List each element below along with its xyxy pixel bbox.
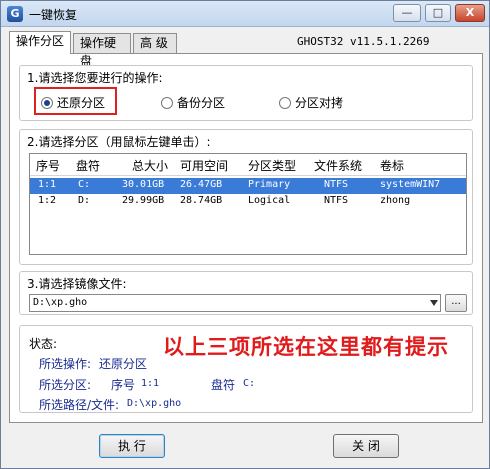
image-file-group-label: 3.请选择镜像文件: (25, 275, 129, 292)
table-row[interactable]: 1:1 C: 30.01GB 26.47GB Primary NTFS syst… (30, 178, 466, 194)
table-row[interactable]: 1:2 D: 29.99GB 28.74GB Logical NTFS zhon… (30, 194, 466, 210)
tab-operate-partition[interactable]: 操作分区 (9, 31, 71, 54)
radio-label: 分区对拷 (295, 96, 344, 110)
radio-unchecked-icon[interactable] (279, 97, 291, 109)
column-header[interactable]: 分区类型 (248, 157, 296, 174)
browse-button[interactable]: ... (445, 294, 467, 312)
table-cell: 29.99GB (122, 195, 165, 206)
table-header: 序号 盘符 总大小 可用空间 分区类型 文件系统 卷标 (30, 154, 466, 176)
partition-table[interactable]: 序号 盘符 总大小 可用空间 分区类型 文件系统 卷标 1:1 C: 30.01… (29, 153, 467, 255)
radio-copy-partition[interactable]: 分区对拷 (279, 94, 343, 110)
restore-window: G 一键恢复 — □ X 操作分区 操作硬盘 高 级 GHOST32 v11.5… (0, 0, 490, 469)
version-label: GHOST32 v11.5.1.2269 (297, 35, 430, 48)
close-button[interactable]: 关 闭 (333, 434, 399, 458)
status-drive-value: C: (243, 378, 256, 389)
table-cell: 1:2 (38, 195, 57, 206)
radio-restore-partition[interactable]: 还原分区 (41, 94, 105, 110)
status-seq-value: 1:1 (141, 378, 160, 389)
column-header[interactable]: 卷标 (380, 157, 404, 174)
table-cell: NTFS (324, 195, 349, 206)
status-title: 状态: (29, 337, 58, 351)
table-cell: Primary (248, 179, 291, 190)
table-cell: 28.74GB (180, 195, 223, 206)
close-window-button[interactable]: X (455, 4, 485, 22)
execute-button[interactable]: 执 行 (99, 434, 165, 458)
ghost-app-icon: G (7, 6, 23, 22)
radio-backup-partition[interactable]: 备份分区 (161, 94, 225, 110)
minimize-button[interactable]: — (393, 4, 421, 22)
table-cell: systemWIN7 (380, 179, 441, 190)
table-cell: 26.47GB (180, 179, 223, 190)
radio-label: 备份分区 (177, 96, 226, 110)
operation-group-label: 1.请选择您要进行的操作: (25, 69, 165, 86)
title-bar[interactable]: G 一键恢复 — □ X (1, 1, 489, 27)
table-cell: 30.01GB (122, 179, 165, 190)
column-header[interactable]: 盘符 (76, 157, 100, 174)
tab-advanced[interactable]: 高 级 (133, 33, 177, 53)
status-path-label: 所选路径/文件: (39, 398, 120, 412)
status-partition-label: 所选分区: (39, 378, 92, 392)
status-path-value: D:\xp.gho (127, 398, 182, 409)
column-header[interactable]: 可用空间 (180, 157, 228, 174)
window-title: 一键恢复 (29, 8, 78, 22)
table-cell: 1:1 (38, 179, 57, 190)
partition-group-label: 2.请选择分区（用鼠标左键单击）: (25, 133, 213, 150)
image-path-select[interactable]: D:\xp.gho (29, 294, 441, 312)
status-operation-label: 所选操作: (39, 357, 92, 371)
image-path-value: D:\xp.gho (33, 297, 88, 308)
table-cell: D: (78, 195, 91, 206)
column-header[interactable]: 总大小 (132, 157, 168, 174)
column-header[interactable]: 文件系统 (314, 157, 362, 174)
status-seq-label: 序号 (111, 378, 136, 392)
radio-unchecked-icon[interactable] (161, 97, 173, 109)
status-operation-value: 还原分区 (99, 357, 148, 371)
tab-operate-disk[interactable]: 操作硬盘 (73, 33, 131, 68)
table-cell: zhong (380, 195, 411, 206)
table-cell: NTFS (324, 179, 349, 190)
maximize-button[interactable]: □ (425, 4, 451, 22)
annotation-note: 以上三项所选在这里都有提示 (163, 335, 449, 359)
column-header[interactable]: 序号 (36, 157, 60, 174)
table-cell: Logical (248, 195, 291, 206)
table-cell: C: (78, 179, 91, 190)
radio-label: 还原分区 (57, 96, 106, 110)
status-drive-label: 盘符 (211, 378, 236, 392)
chevron-down-icon[interactable] (430, 300, 438, 306)
radio-checked-icon[interactable] (41, 97, 53, 109)
